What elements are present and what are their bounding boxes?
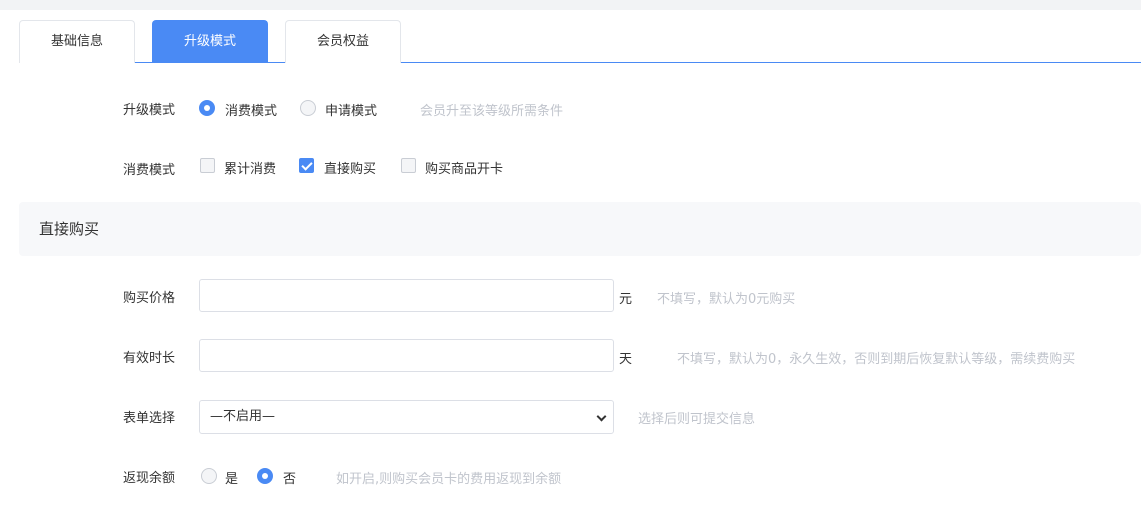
form-select-value: —不启用— <box>210 409 276 424</box>
cashback-label: 返现余额 <box>123 471 176 486</box>
radio-apply-mode[interactable] <box>300 100 316 116</box>
radio-cashback-no[interactable] <box>257 468 273 484</box>
price-label: 购买价格 <box>123 291 176 306</box>
radio-cashback-yes[interactable] <box>201 468 217 484</box>
form-select-dropdown[interactable]: —不启用— <box>199 400 614 434</box>
duration-input[interactable] <box>199 339 614 372</box>
price-unit: 元 <box>619 292 633 307</box>
tab-upgrade-mode[interactable]: 升级模式 <box>152 20 268 63</box>
checkbox-cumulative-consume[interactable] <box>200 158 215 173</box>
radio-cashback-yes-label[interactable]: 是 <box>225 468 238 487</box>
consume-mode-label: 消费模式 <box>123 163 176 178</box>
price-hint: 不填写，默认为0元购买 <box>657 292 796 307</box>
tab-member-benefits[interactable]: 会员权益 <box>285 20 401 63</box>
tab-basic-info[interactable]: 基础信息 <box>19 20 135 63</box>
radio-consume-mode[interactable] <box>199 100 215 116</box>
radio-consume-mode-label[interactable]: 消费模式 <box>225 100 277 119</box>
radio-cashback-no-label[interactable]: 否 <box>283 468 296 487</box>
main-panel: 基础信息 升级模式 会员权益 升级模式 消费模式 申请模式 会员升至该等级所需条… <box>0 10 1141 529</box>
upgrade-mode-label: 升级模式 <box>123 103 176 118</box>
checkbox-cumulative-consume-label[interactable]: 累计消费 <box>224 158 276 177</box>
direct-purchase-section-header: 直接购买 <box>19 202 1141 256</box>
duration-label: 有效时长 <box>123 351 176 366</box>
cashback-hint: 如开启,则购买会员卡的费用返现到余额 <box>336 472 562 487</box>
checkbox-direct-purchase[interactable] <box>299 158 314 173</box>
section-title: 直接购买 <box>39 220 100 238</box>
checkbox-buy-goods-card-label[interactable]: 购买商品开卡 <box>425 158 503 177</box>
duration-hint: 不填写，默认为0，永久生效，否则到期后恢复默认等级，需续费购买 <box>677 352 1076 367</box>
form-select-label: 表单选择 <box>123 411 176 426</box>
duration-unit: 天 <box>619 352 633 367</box>
checkbox-buy-goods-card[interactable] <box>401 158 416 173</box>
form-select-hint: 选择后则可提交信息 <box>638 412 756 427</box>
tab-bar: 基础信息 升级模式 会员权益 <box>19 20 1141 63</box>
price-input[interactable] <box>199 279 614 312</box>
checkbox-direct-purchase-label[interactable]: 直接购买 <box>324 158 376 177</box>
chevron-down-icon <box>596 411 607 422</box>
radio-apply-mode-label[interactable]: 申请模式 <box>325 100 377 119</box>
upgrade-mode-hint: 会员升至该等级所需条件 <box>420 104 564 119</box>
